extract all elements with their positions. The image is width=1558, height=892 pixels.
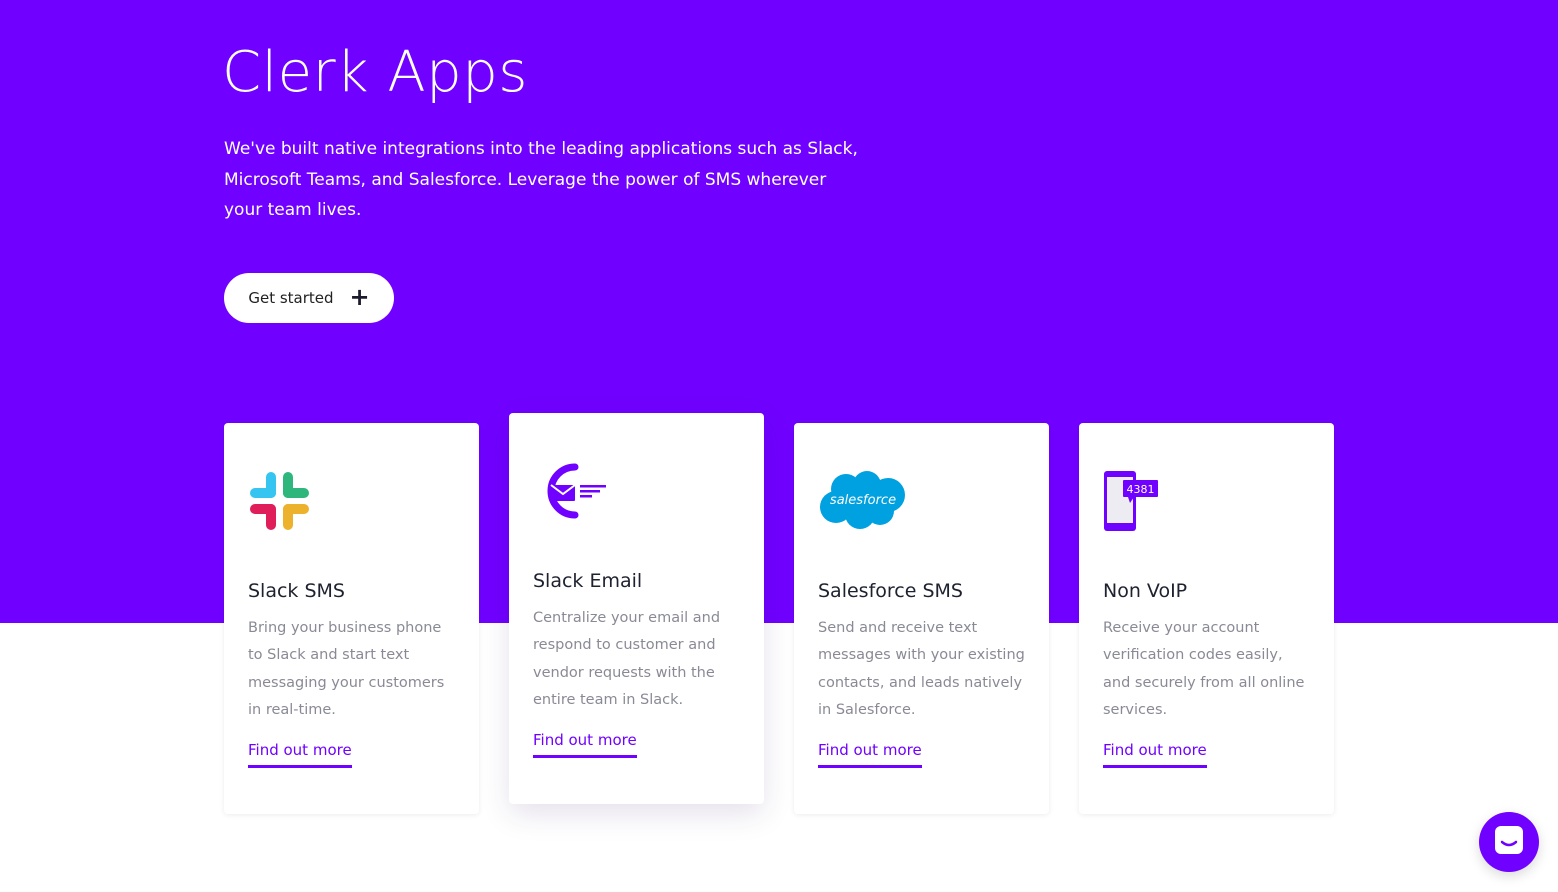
- plus-icon: +: [349, 283, 370, 311]
- card-description: Centralize your email and respond to cus…: [533, 610, 721, 708]
- card-slack-sms: Slack SMS Bring your business phone to S…: [224, 423, 479, 814]
- clerk-email-logo-icon: [533, 459, 625, 523]
- card-title: Slack SMS: [248, 580, 345, 602]
- card-description: Send and receive text messages with your…: [818, 620, 1025, 718]
- chat-icon: [1494, 825, 1524, 859]
- hero-description: We've built native integrations into the…: [224, 139, 858, 220]
- get-started-button[interactable]: Get started +: [224, 273, 394, 323]
- find-out-more-link[interactable]: Find out more: [1103, 741, 1207, 768]
- card-description: Bring your business phone to Slack and s…: [248, 620, 445, 718]
- card-description: Receive your account verification codes …: [1103, 620, 1305, 718]
- card-title: Non VoIP: [1103, 580, 1188, 602]
- chat-launcher-button[interactable]: [1479, 812, 1539, 872]
- card-non-voip: 4381 Non VoIP Receive your account verif…: [1079, 423, 1334, 814]
- salesforce-logo-icon: salesforce: [818, 469, 910, 533]
- card-title: Slack Email: [533, 570, 643, 592]
- card-title: Salesforce SMS: [818, 580, 963, 602]
- card-salesforce-sms: salesforce Salesforce SMS Send and recei…: [794, 423, 1049, 814]
- card-slack-email: Slack Email Centralize your email and re…: [509, 413, 764, 804]
- verification-code-text: 4381: [1127, 483, 1155, 496]
- slack-logo-icon: [248, 469, 340, 533]
- page-title: Clerk Apps: [222, 40, 528, 105]
- salesforce-logo-text: salesforce: [830, 493, 896, 508]
- phone-code-icon: 4381: [1103, 469, 1195, 533]
- find-out-more-link[interactable]: Find out more: [248, 741, 352, 768]
- find-out-more-link[interactable]: Find out more: [818, 741, 922, 768]
- find-out-more-link[interactable]: Find out more: [533, 731, 637, 758]
- get-started-label: Get started: [248, 289, 334, 307]
